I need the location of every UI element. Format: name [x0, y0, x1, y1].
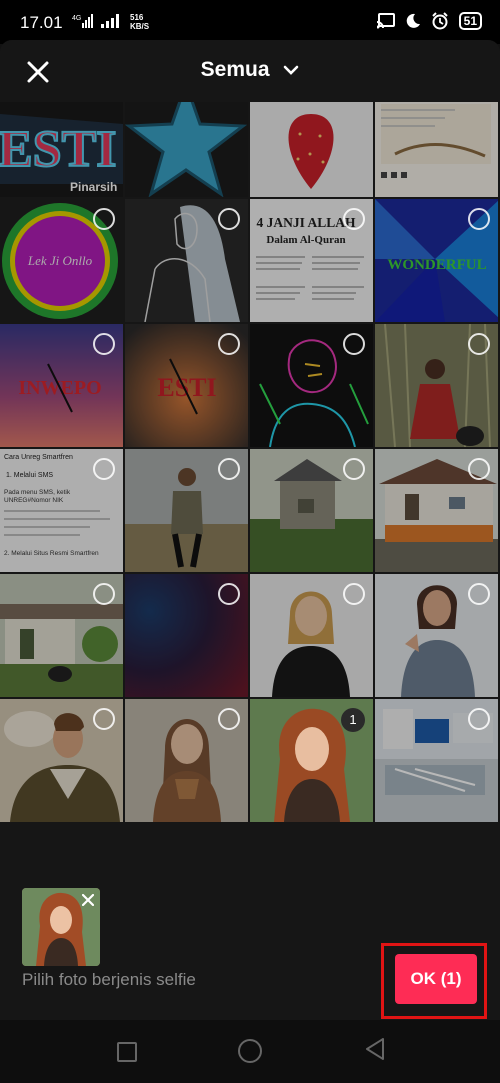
album-title: Semua [200, 58, 270, 81]
grid-photo[interactable] [250, 324, 373, 447]
network-speed: 516 KB/S [130, 13, 149, 31]
select-circle[interactable] [93, 333, 115, 355]
selection-number[interactable]: 1 [341, 708, 365, 732]
svg-text:4G: 4G [72, 15, 81, 22]
battery-level: 51 [458, 12, 482, 30]
grid-photo[interactable]: WONDERFUL [375, 199, 498, 322]
signal-icons: 4G [72, 14, 122, 28]
select-circle[interactable] [218, 208, 240, 230]
grid-photo[interactable] [375, 574, 498, 697]
select-circle[interactable] [468, 458, 490, 480]
select-circle[interactable] [93, 458, 115, 480]
select-circle[interactable] [218, 458, 240, 480]
grid-photo[interactable] [125, 449, 248, 572]
grid-photo[interactable] [0, 574, 123, 697]
picker-header: Semua [0, 40, 500, 102]
photo-overlay [0, 102, 123, 197]
grid-photo[interactable]: ESTI [125, 324, 248, 447]
grid-photo[interactable] [125, 199, 248, 322]
ok-button[interactable]: OK (1) [395, 954, 477, 1004]
signal-icon-2 [101, 14, 119, 28]
triangle-back-icon[interactable] [364, 1037, 386, 1061]
speed-unit: KB/S [130, 22, 150, 31]
grid-photo[interactable]: 4 JANJI ALLAH Dalam Al-Quran [250, 199, 373, 322]
select-circle[interactable] [93, 208, 115, 230]
grid-photo[interactable] [375, 449, 498, 572]
grid-photo[interactable] [125, 699, 248, 822]
grid-photo[interactable]: 1 [250, 699, 373, 822]
select-circle[interactable] [343, 583, 365, 605]
media-picker-sheet: Semua ESTI Pinarsih Lek Ji Onllo 4 JANJI… [0, 40, 500, 1020]
select-circle[interactable] [93, 708, 115, 730]
signal-icon: 4G [72, 14, 93, 28]
album-selector[interactable]: Semua [0, 58, 500, 82]
moon-icon [406, 13, 420, 28]
select-circle[interactable] [343, 208, 365, 230]
grid-photo[interactable] [125, 102, 248, 197]
photo-grid: ESTI Pinarsih Lek Ji Onllo 4 JANJI ALLAH… [0, 102, 500, 824]
select-circle[interactable] [343, 333, 365, 355]
grid-photo[interactable]: Lek Ji Onllo [0, 199, 123, 322]
photo-overlay [375, 102, 498, 197]
grid-photo[interactable] [375, 699, 498, 822]
square-icon[interactable] [117, 1042, 137, 1062]
grid-photo[interactable] [125, 574, 248, 697]
grid-photo[interactable] [375, 324, 498, 447]
select-circle[interactable] [468, 583, 490, 605]
photo-overlay [125, 102, 248, 197]
select-circle[interactable] [468, 208, 490, 230]
speed-value: 516 [130, 13, 144, 22]
select-circle[interactable] [93, 583, 115, 605]
select-circle[interactable] [468, 333, 490, 355]
grid-photo[interactable]: Cara Unreg Smartfren 1. Melalui SMS Pada… [0, 449, 123, 572]
grid-photo[interactable] [250, 102, 373, 197]
selfie-hint: Pilih foto berjenis selfie [22, 970, 196, 989]
grid-photo[interactable] [250, 574, 373, 697]
remove-selection-icon[interactable] [82, 894, 94, 906]
select-circle[interactable] [343, 458, 365, 480]
selected-photo-thumbnail[interactable] [22, 888, 100, 966]
chevron-down-icon [284, 66, 299, 76]
select-circle[interactable] [468, 708, 490, 730]
grid-photo[interactable] [0, 699, 123, 822]
grid-photo[interactable]: INWEPO [0, 324, 123, 447]
status-bar: 17.01 4G 516 KB/S 51 [0, 0, 500, 44]
alarm-icon [431, 12, 448, 30]
photo-overlay [250, 102, 373, 197]
grid-photo[interactable]: ESTI Pinarsih [0, 102, 123, 197]
status-right-icons: 51 [376, 12, 482, 30]
select-circle[interactable] [218, 708, 240, 730]
select-circle[interactable] [218, 333, 240, 355]
select-circle[interactable] [218, 583, 240, 605]
status-time: 17.01 [20, 13, 63, 32]
cast-icon [376, 13, 395, 29]
circle-icon[interactable] [238, 1039, 262, 1063]
system-nav-bar [0, 1020, 500, 1083]
grid-photo[interactable] [250, 449, 373, 572]
grid-photo[interactable] [375, 102, 498, 197]
